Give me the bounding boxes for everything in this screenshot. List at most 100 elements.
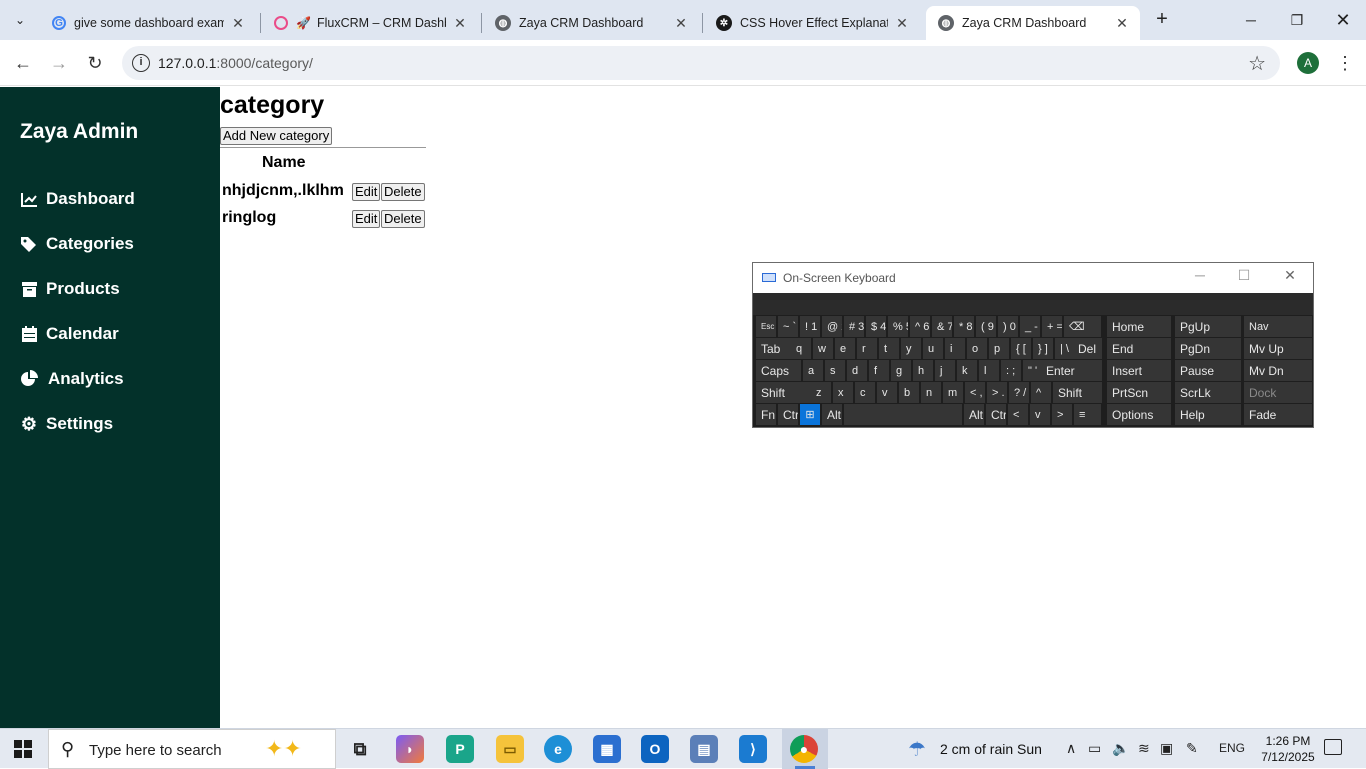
osk-key[interactable]: f	[869, 360, 889, 381]
close-icon[interactable]: ✕	[230, 15, 246, 32]
osk-key[interactable]: Pause	[1175, 360, 1241, 381]
osk-key[interactable]: + =	[1042, 316, 1062, 337]
osk-key[interactable]: Tab	[756, 338, 793, 359]
sidebar-item-settings[interactable]: ⚙ Settings	[20, 409, 113, 439]
osk-minimize-button[interactable]: ─	[1185, 267, 1215, 283]
osk-key[interactable]: x	[833, 382, 853, 403]
osk-key[interactable]: ! 1	[800, 316, 820, 337]
osk-key[interactable]: z	[811, 382, 831, 403]
osk-key[interactable]: >	[1052, 404, 1072, 425]
osk-key[interactable]: Caps	[756, 360, 801, 381]
windows-start-icon[interactable]	[14, 740, 32, 758]
bookmark-star-icon[interactable]: ☆	[1248, 51, 1266, 76]
osk-key[interactable]: j	[935, 360, 955, 381]
osk-key[interactable]: i	[945, 338, 965, 359]
osk-key[interactable]: ( 9	[976, 316, 996, 337]
osk-key[interactable]: y	[901, 338, 921, 359]
osk-key[interactable]: End	[1107, 338, 1171, 359]
close-icon[interactable]: ✕	[1114, 15, 1130, 32]
tab-2[interactable]: 🚀 FluxCRM – CRM Dashbo ✕	[262, 6, 478, 40]
microsoft-store-icon[interactable]: ▦	[593, 735, 621, 763]
osk-key[interactable]: d	[847, 360, 867, 381]
delete-button[interactable]: Delete	[381, 210, 425, 228]
osk-close-button[interactable]: ✕	[1275, 267, 1305, 284]
osk-key[interactable]: h	[913, 360, 933, 381]
close-icon[interactable]: ✕	[452, 15, 468, 32]
osk-key[interactable]: PrtScn	[1107, 382, 1171, 403]
new-tab-button[interactable]: +	[1150, 8, 1174, 32]
tab-search-button[interactable]: ⌄	[8, 8, 32, 32]
notification-icon[interactable]	[1324, 739, 1342, 755]
osk-key[interactable]: ) 0	[998, 316, 1018, 337]
language-indicator[interactable]: ENG	[1219, 741, 1245, 755]
outlook-app-icon[interactable]: O	[641, 735, 669, 763]
osk-key[interactable]: Enter	[1041, 360, 1102, 381]
sidebar-item-analytics[interactable]: Analytics	[20, 364, 124, 394]
forward-arrow-icon[interactable]: →	[44, 48, 74, 78]
edit-button[interactable]: Edit	[352, 210, 381, 228]
osk-key[interactable]: Help	[1175, 404, 1241, 425]
remote-desktop-icon[interactable]: ▤	[690, 735, 718, 763]
osk-key[interactable]: g	[891, 360, 911, 381]
osk-key[interactable]: PgDn	[1175, 338, 1241, 359]
osk-key[interactable]: Fade	[1244, 404, 1312, 425]
osk-key[interactable]: l	[979, 360, 999, 381]
osk-key[interactable]: Home	[1107, 316, 1171, 337]
osk-key[interactable]: m	[943, 382, 963, 403]
tab-5-active[interactable]: ◍ Zaya CRM Dashboard ✕	[926, 6, 1140, 40]
osk-key[interactable]	[844, 404, 962, 425]
osk-key[interactable]: n	[921, 382, 941, 403]
restore-button[interactable]: ❐	[1274, 0, 1320, 40]
osk-key[interactable]: Mv Dn	[1244, 360, 1312, 381]
vscode-app-icon[interactable]: ⟩	[739, 735, 767, 763]
osk-key[interactable]: v	[877, 382, 897, 403]
osk-maximize-button[interactable]: ☐	[1229, 267, 1259, 284]
windows-key-icon[interactable]: ⊞	[800, 404, 820, 425]
site-info-icon[interactable]: i	[132, 54, 150, 72]
osk-key[interactable]: : ;	[1001, 360, 1021, 381]
volume-icon[interactable]: 🔈	[1112, 740, 1129, 757]
file-explorer-icon[interactable]: ▭	[496, 735, 524, 763]
sidebar-item-products[interactable]: Products	[20, 274, 120, 304]
chrome-app-icon[interactable]: ●	[790, 735, 818, 763]
minimize-button[interactable]: ─	[1228, 0, 1274, 40]
osk-key[interactable]: Alt	[964, 404, 984, 425]
more-menu-icon[interactable]: ⋮	[1336, 50, 1354, 76]
osk-key[interactable]: Esc	[756, 316, 776, 337]
osk-key[interactable]: Ctrl	[778, 404, 798, 425]
osk-key[interactable]: u	[923, 338, 943, 359]
osk-key[interactable]: r	[857, 338, 877, 359]
osk-key[interactable]: b	[899, 382, 919, 403]
task-view-icon[interactable]: ⧉	[346, 735, 374, 763]
osk-key[interactable]: Insert	[1107, 360, 1171, 381]
osk-key[interactable]: Del	[1073, 338, 1102, 359]
osk-key[interactable]: ⌫	[1064, 316, 1101, 337]
sidebar-item-categories[interactable]: Categories	[20, 229, 134, 259]
osk-key[interactable]: | \	[1055, 338, 1075, 359]
osk-key[interactable]: Options	[1107, 404, 1171, 425]
osk-key[interactable]: e	[835, 338, 855, 359]
edge-browser-icon[interactable]: e	[544, 735, 572, 763]
osk-key[interactable]: _ -	[1020, 316, 1040, 337]
copilot-app-icon[interactable]: ◗	[396, 735, 424, 763]
weather-widget[interactable]: 2 cm of rain Sun	[940, 741, 1042, 757]
osk-key[interactable]: Shift	[756, 382, 814, 403]
osk-key[interactable]: { [	[1011, 338, 1031, 359]
wifi-icon[interactable]: ≋	[1138, 740, 1150, 757]
osk-key[interactable]: PgUp	[1175, 316, 1241, 337]
osk-key[interactable]: a	[803, 360, 823, 381]
osk-key[interactable]: Nav	[1244, 316, 1312, 337]
osk-key[interactable]: o	[967, 338, 987, 359]
taskbar-search-box[interactable]: ⚲ Type here to search ✦✦	[48, 729, 336, 769]
battery-icon[interactable]: ▭	[1088, 740, 1101, 757]
osk-key[interactable]: @ 2	[822, 316, 842, 337]
back-arrow-icon[interactable]: ←	[8, 48, 38, 78]
tab-1[interactable]: G give some dashboard examp ✕	[40, 6, 256, 40]
osk-key[interactable]: % 5	[888, 316, 908, 337]
osk-key[interactable]: ≡	[1074, 404, 1101, 425]
sidebar-item-dashboard[interactable]: Dashboard	[20, 184, 135, 214]
osk-key[interactable]: Dock	[1244, 382, 1312, 403]
tab-4[interactable]: ✲ CSS Hover Effect Explanatio ✕	[704, 6, 920, 40]
osk-key[interactable]: k	[957, 360, 977, 381]
osk-titlebar[interactable]: On-Screen Keyboard ─ ☐ ✕	[753, 263, 1313, 293]
